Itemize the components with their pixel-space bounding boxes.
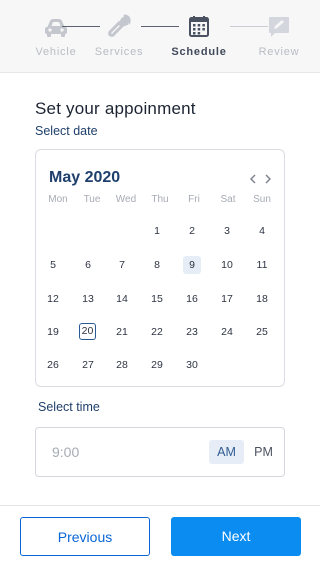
calendar-day[interactable]: 12 bbox=[44, 290, 62, 308]
calendar-icon bbox=[189, 16, 209, 37]
select-time-label: Select time bbox=[38, 400, 100, 414]
weekday-label: Tue bbox=[83, 194, 101, 205]
weekday-label: Sun bbox=[253, 194, 271, 205]
calendar-day[interactable]: 8 bbox=[148, 256, 166, 274]
calendar-day[interactable]: 10 bbox=[218, 256, 236, 274]
calendar-day[interactable]: 17 bbox=[218, 290, 236, 308]
page-title: Set your appoinment bbox=[35, 99, 196, 118]
calendar-day[interactable]: 2 bbox=[183, 222, 201, 240]
time-input[interactable]: 9:00 bbox=[52, 444, 79, 460]
weekday-label: Thu bbox=[151, 194, 169, 205]
calendar-day[interactable]: 19 bbox=[44, 323, 62, 341]
select-date-label: Select date bbox=[35, 124, 98, 138]
step-services[interactable]: Services bbox=[79, 14, 159, 58]
next-button[interactable]: Next bbox=[171, 517, 301, 556]
progress-stepper: Vehicle Services Schedule Review bbox=[0, 0, 320, 73]
calendar-day[interactable]: 7 bbox=[113, 256, 131, 274]
calendar-day[interactable]: 30 bbox=[183, 356, 201, 374]
wrench-icon bbox=[108, 14, 131, 37]
calendar-day[interactable]: 27 bbox=[79, 356, 97, 374]
am-toggle[interactable]: AM bbox=[209, 440, 244, 464]
step-label: Review bbox=[258, 46, 300, 58]
calendar-day[interactable]: 9 bbox=[183, 256, 201, 274]
weekday-label: Sat bbox=[220, 194, 236, 205]
calendar-day[interactable]: 29 bbox=[148, 356, 166, 374]
chevron-right-icon[interactable] bbox=[261, 172, 275, 186]
calendar-day[interactable]: 16 bbox=[183, 290, 201, 308]
calendar-day[interactable]: 21 bbox=[113, 323, 131, 341]
step-label: Schedule bbox=[171, 46, 227, 58]
calendar-day[interactable]: 1 bbox=[148, 222, 166, 240]
calendar-day[interactable]: 14 bbox=[113, 290, 131, 308]
weekday-header: Mon Tue Wed Thu Fri Sat Sun bbox=[41, 194, 281, 220]
calendar-day[interactable]: 5 bbox=[44, 256, 62, 274]
calendar-day[interactable]: 25 bbox=[253, 323, 271, 341]
chevron-left-icon[interactable] bbox=[246, 172, 260, 186]
step-schedule[interactable]: Schedule bbox=[159, 14, 239, 58]
previous-button[interactable]: Previous bbox=[20, 517, 150, 556]
calendar-day[interactable]: 22 bbox=[148, 323, 166, 341]
calendar-day[interactable]: 18 bbox=[253, 290, 271, 308]
calendar-day[interactable]: 11 bbox=[253, 256, 271, 274]
calendar-day[interactable]: 13 bbox=[79, 290, 97, 308]
calendar-day[interactable]: 15 bbox=[148, 290, 166, 308]
footer-actions: Previous Next bbox=[0, 505, 320, 569]
calendar-day[interactable]: 26 bbox=[44, 356, 62, 374]
weekday-label: Mon bbox=[48, 194, 68, 205]
calendar-day[interactable]: 4 bbox=[253, 222, 271, 240]
step-label: Services bbox=[94, 46, 144, 58]
calendar-day[interactable]: 6 bbox=[79, 256, 97, 274]
weekday-label: Fri bbox=[188, 194, 200, 205]
calendar-day[interactable]: 3 bbox=[218, 222, 236, 240]
step-review[interactable]: Review bbox=[239, 14, 319, 58]
calendar-day[interactable]: 20 bbox=[79, 323, 96, 340]
time-picker: 9:00 AM PM bbox=[35, 427, 285, 477]
pm-toggle[interactable]: PM bbox=[246, 440, 281, 464]
date-picker: May 2020 Mon Tue Wed Thu Fri Sat Sun 123… bbox=[35, 149, 285, 387]
calendar-day[interactable]: 28 bbox=[113, 356, 131, 374]
review-icon bbox=[269, 17, 289, 37]
car-icon bbox=[45, 19, 67, 37]
calendar-day[interactable]: 24 bbox=[218, 323, 236, 341]
calendar-day[interactable]: 23 bbox=[183, 323, 201, 341]
weekday-label: Wed bbox=[115, 194, 137, 205]
calendar-month-label: May 2020 bbox=[49, 169, 121, 186]
